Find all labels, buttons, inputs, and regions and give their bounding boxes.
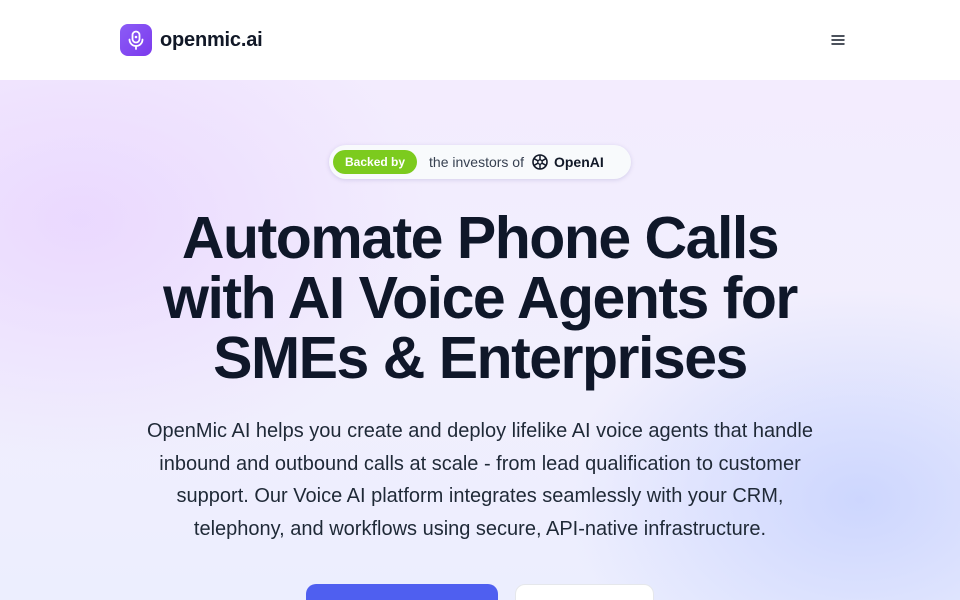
description-line: telephony, and workflows using secure, A… — [193, 517, 767, 540]
hero-section: Backed by the investors of OpenAI Automa… — [0, 80, 960, 600]
primary-cta-button[interactable] — [306, 584, 498, 600]
secondary-cta-button[interactable] — [515, 584, 654, 600]
badge-text: the investors of — [429, 154, 524, 170]
description-line: inbound and outbound calls at scale - fr… — [159, 452, 801, 475]
hero-headline: Automate Phone Calls with AI Voice Agent… — [80, 208, 880, 388]
headline-line: with AI Voice Agents for — [163, 265, 798, 331]
microphone-icon — [120, 24, 152, 56]
brand-logo-link[interactable]: openmic.ai — [120, 24, 263, 56]
description-line: support. Our Voice AI platform integrate… — [176, 485, 784, 507]
description-line: OpenMic AI helps you create and deploy l… — [147, 420, 813, 442]
headline-line: Automate Phone Calls — [181, 205, 780, 271]
openai-label: OpenAI — [553, 154, 604, 170]
backed-by-pill: Backed by — [333, 150, 418, 174]
backed-by-badge: Backed by the investors of OpenAI — [329, 145, 631, 179]
openai-logo-icon — [532, 154, 548, 170]
top-navbar: openmic.ai — [0, 0, 960, 80]
hamburger-menu-icon[interactable] — [826, 28, 850, 52]
brand-name: openmic.ai — [160, 28, 263, 51]
hero-description: OpenMic AI helps you create and deploy l… — [110, 415, 850, 545]
headline-line: SMEs & Enterprises — [213, 325, 748, 391]
